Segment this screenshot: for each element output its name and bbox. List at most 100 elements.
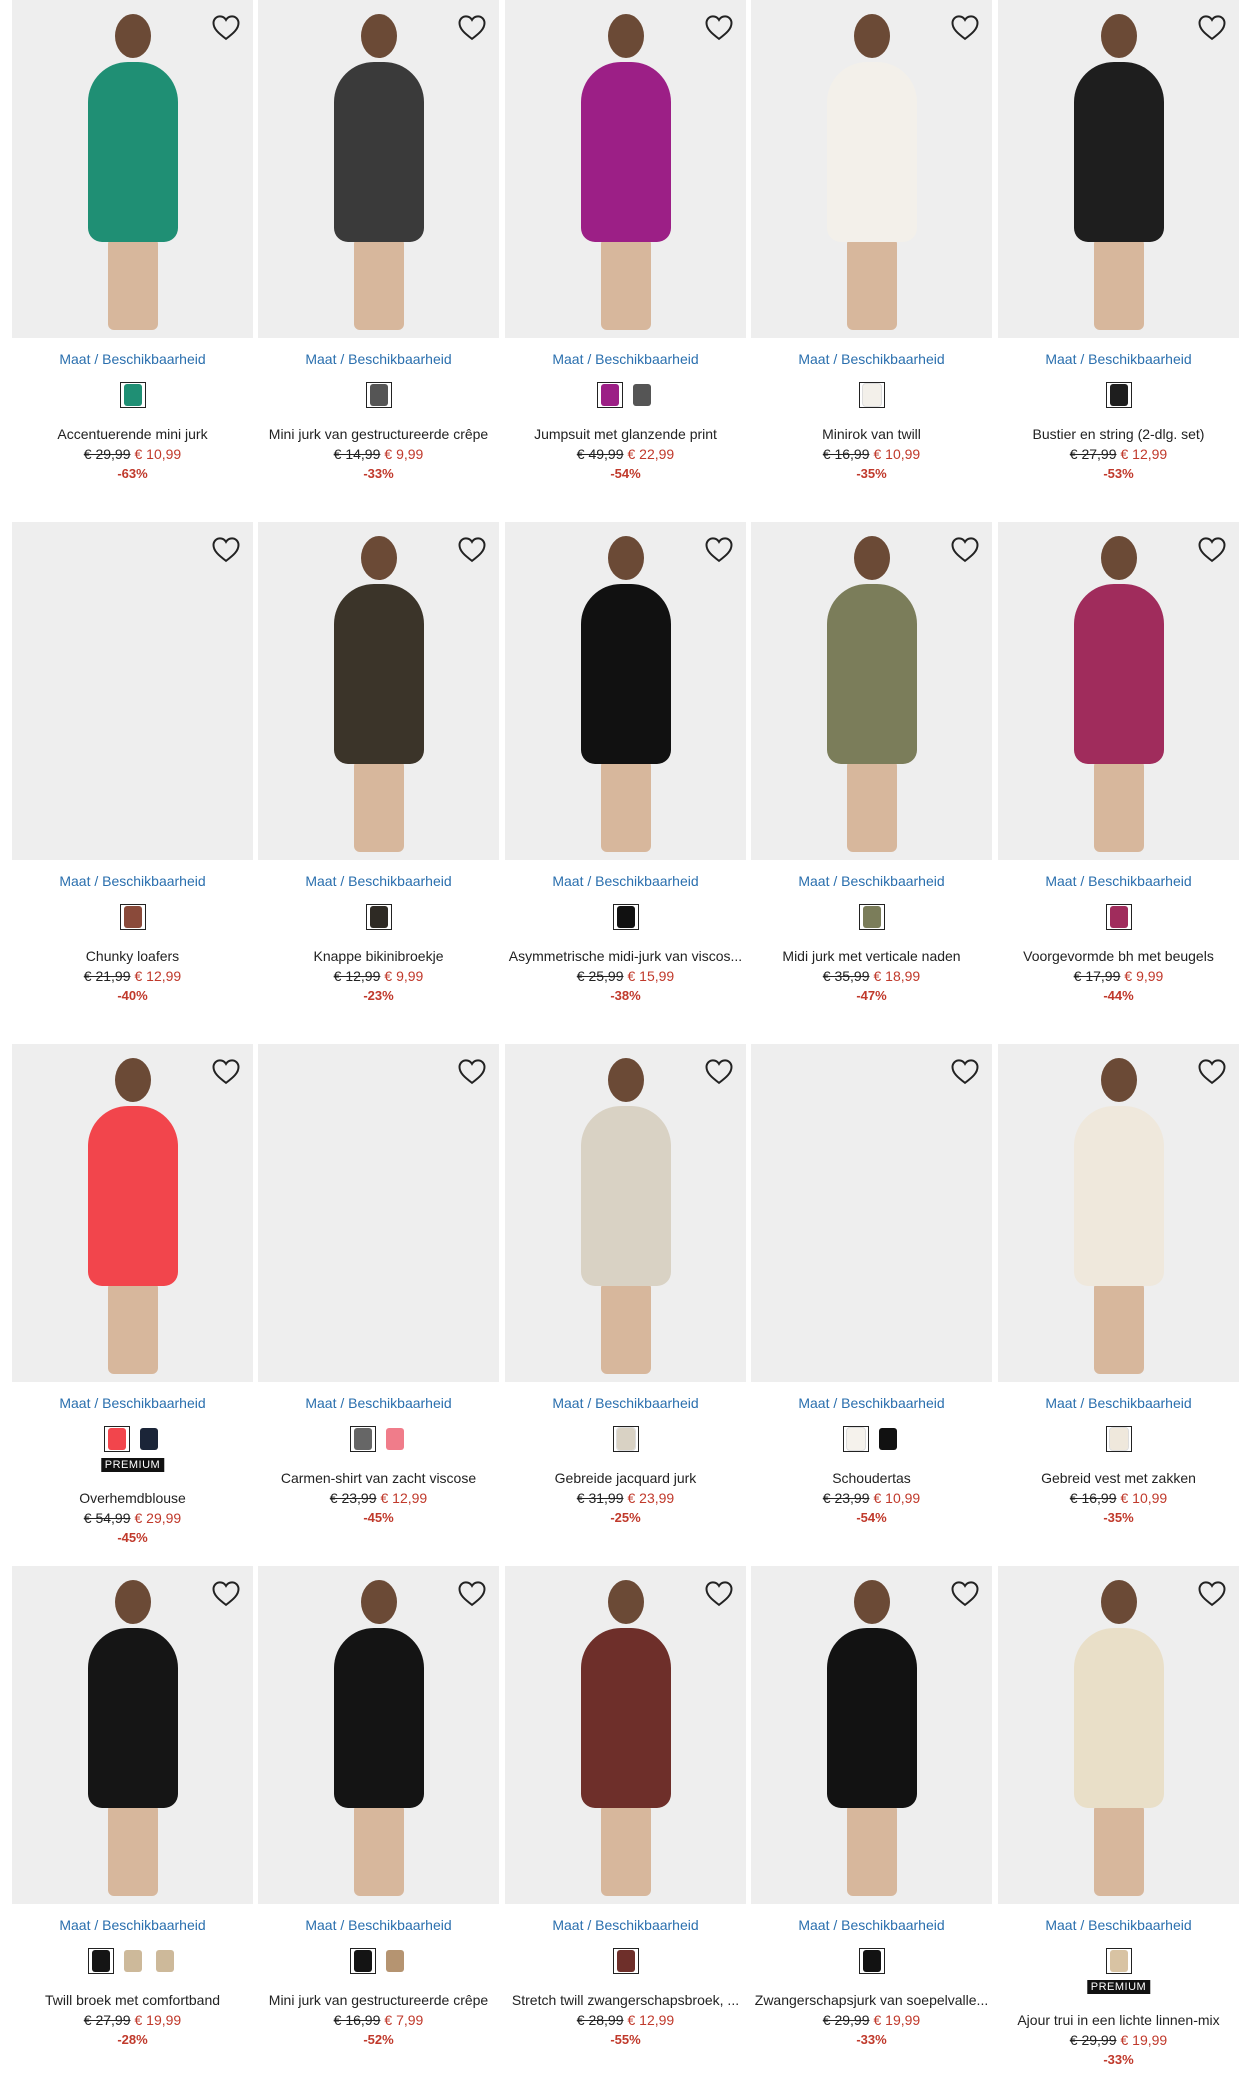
product-image[interactable] [998, 1566, 1239, 1904]
size-availability-link[interactable]: Maat / Beschikbaarheid [12, 1917, 253, 1933]
product-title[interactable]: Midi jurk met verticale naden [747, 948, 996, 964]
size-availability-link[interactable]: Maat / Beschikbaarheid [12, 873, 253, 889]
product-title[interactable]: Gebreid vest met zakken [994, 1470, 1243, 1486]
favorite-heart-icon[interactable] [704, 1578, 734, 1608]
size-availability-link[interactable]: Maat / Beschikbaarheid [998, 873, 1239, 889]
product-card[interactable]: Maat / Beschikbaarheid Voorgevormde bh me… [998, 522, 1239, 1032]
product-title[interactable]: Accentuerende mini jurk [8, 426, 257, 442]
favorite-heart-icon[interactable] [211, 1578, 241, 1608]
product-card[interactable]: Maat / Beschikbaarheid Zwangerschapsjurk … [751, 1566, 992, 2076]
color-swatch[interactable] [103, 1426, 130, 1452]
size-availability-link[interactable]: Maat / Beschikbaarheid [505, 873, 746, 889]
product-image[interactable] [505, 0, 746, 338]
product-image[interactable] [505, 1566, 746, 1904]
color-swatch[interactable] [119, 904, 146, 930]
product-card[interactable]: Maat / Beschikbaarheid Gebreide jacquard … [505, 1044, 746, 1554]
color-swatch[interactable] [858, 382, 885, 408]
color-swatch[interactable] [136, 1426, 162, 1452]
product-title[interactable]: Mini jurk van gestructureerde crêpe [254, 1992, 503, 2008]
favorite-heart-icon[interactable] [457, 12, 487, 42]
size-availability-link[interactable]: Maat / Beschikbaarheid [505, 351, 746, 367]
size-availability-link[interactable]: Maat / Beschikbaarheid [998, 351, 1239, 367]
product-image[interactable] [751, 1566, 992, 1904]
size-availability-link[interactable]: Maat / Beschikbaarheid [998, 1917, 1239, 1933]
color-swatch[interactable] [382, 1426, 408, 1452]
favorite-heart-icon[interactable] [211, 12, 241, 42]
product-card[interactable]: Maat / Beschikbaarheid Accentuerende mini… [12, 0, 253, 510]
color-swatch[interactable] [1105, 1426, 1132, 1452]
product-card[interactable]: Maat / Beschikbaarheid Gebreid vest met z… [998, 1044, 1239, 1554]
product-card[interactable]: Maat / Beschikbaarheid Asymmetrische midi… [505, 522, 746, 1032]
product-card[interactable]: Maat / Beschikbaarheid Knappe bikinibroek… [258, 522, 499, 1032]
product-card[interactable]: Maat / Beschikbaarheid Mini jurk van gest… [258, 0, 499, 510]
product-image[interactable] [12, 522, 253, 860]
product-card[interactable]: Maat / Beschikbaarheid PREMIUM Overhemdblo… [12, 1044, 253, 1554]
product-card[interactable]: Maat / Beschikbaarheid Mini jurk van gest… [258, 1566, 499, 2076]
product-title[interactable]: Overhemdblouse [8, 1490, 257, 1506]
favorite-heart-icon[interactable] [1197, 1056, 1227, 1086]
size-availability-link[interactable]: Maat / Beschikbaarheid [258, 1917, 499, 1933]
product-title[interactable]: Schoudertas [747, 1470, 996, 1486]
size-availability-link[interactable]: Maat / Beschikbaarheid [751, 1917, 992, 1933]
color-swatch[interactable] [87, 1948, 114, 1974]
product-image[interactable] [998, 0, 1239, 338]
size-availability-link[interactable]: Maat / Beschikbaarheid [505, 1917, 746, 1933]
size-availability-link[interactable]: Maat / Beschikbaarheid [998, 1395, 1239, 1411]
product-image[interactable] [12, 1044, 253, 1382]
product-image[interactable] [258, 1044, 499, 1382]
product-card[interactable]: Maat / Beschikbaarheid Stretch twill zwan… [505, 1566, 746, 2076]
color-swatch[interactable] [1105, 1948, 1132, 1974]
product-title[interactable]: Gebreide jacquard jurk [501, 1470, 750, 1486]
product-image[interactable] [751, 522, 992, 860]
favorite-heart-icon[interactable] [457, 1578, 487, 1608]
favorite-heart-icon[interactable] [704, 534, 734, 564]
favorite-heart-icon[interactable] [1197, 1578, 1227, 1608]
product-image[interactable] [12, 1566, 253, 1904]
color-swatch[interactable] [612, 904, 639, 930]
color-swatch[interactable] [152, 1948, 178, 1974]
product-image[interactable] [998, 522, 1239, 860]
product-card[interactable]: Maat / Beschikbaarheid Chunky loafers € 21… [12, 522, 253, 1032]
product-image[interactable] [258, 522, 499, 860]
size-availability-link[interactable]: Maat / Beschikbaarheid [751, 873, 992, 889]
color-swatch[interactable] [858, 1948, 885, 1974]
product-card[interactable]: Maat / Beschikbaarheid Carmen-shirt van z… [258, 1044, 499, 1554]
product-image[interactable] [751, 1044, 992, 1382]
color-swatch[interactable] [349, 1426, 376, 1452]
favorite-heart-icon[interactable] [1197, 534, 1227, 564]
product-image[interactable] [505, 1044, 746, 1382]
product-card[interactable]: Maat / Beschikbaarheid Bustier en string … [998, 0, 1239, 510]
product-title[interactable]: Stretch twill zwangerschapsbroek, ... [501, 1992, 750, 2008]
product-title[interactable]: Ajour trui in een lichte linnen-mix [994, 2012, 1243, 2028]
product-card[interactable]: Maat / Beschikbaarheid Twill broek met co… [12, 1566, 253, 2076]
size-availability-link[interactable]: Maat / Beschikbaarheid [751, 1395, 992, 1411]
color-swatch[interactable] [612, 1426, 639, 1452]
size-availability-link[interactable]: Maat / Beschikbaarheid [751, 351, 992, 367]
product-image[interactable] [258, 1566, 499, 1904]
product-image[interactable] [998, 1044, 1239, 1382]
size-availability-link[interactable]: Maat / Beschikbaarheid [12, 351, 253, 367]
favorite-heart-icon[interactable] [950, 12, 980, 42]
color-swatch[interactable] [629, 382, 655, 408]
size-availability-link[interactable]: Maat / Beschikbaarheid [258, 351, 499, 367]
color-swatch[interactable] [612, 1948, 639, 1974]
color-swatch[interactable] [596, 382, 623, 408]
product-card[interactable]: Maat / Beschikbaarheid PREMIUM Ajour trui … [998, 1566, 1239, 2076]
color-swatch[interactable] [349, 1948, 376, 1974]
color-swatch[interactable] [120, 1948, 146, 1974]
favorite-heart-icon[interactable] [1197, 12, 1227, 42]
product-title[interactable]: Jumpsuit met glanzende print [501, 426, 750, 442]
favorite-heart-icon[interactable] [211, 1056, 241, 1086]
product-title[interactable]: Bustier en string (2-dlg. set) [994, 426, 1243, 442]
color-swatch[interactable] [1105, 382, 1132, 408]
product-image[interactable] [12, 0, 253, 338]
product-title[interactable]: Voorgevormde bh met beugels [994, 948, 1243, 964]
color-swatch[interactable] [842, 1426, 869, 1452]
size-availability-link[interactable]: Maat / Beschikbaarheid [12, 1395, 253, 1411]
color-swatch[interactable] [382, 1948, 408, 1974]
favorite-heart-icon[interactable] [704, 12, 734, 42]
favorite-heart-icon[interactable] [950, 1056, 980, 1086]
color-swatch[interactable] [1105, 904, 1132, 930]
color-swatch[interactable] [875, 1426, 901, 1452]
favorite-heart-icon[interactable] [950, 1578, 980, 1608]
